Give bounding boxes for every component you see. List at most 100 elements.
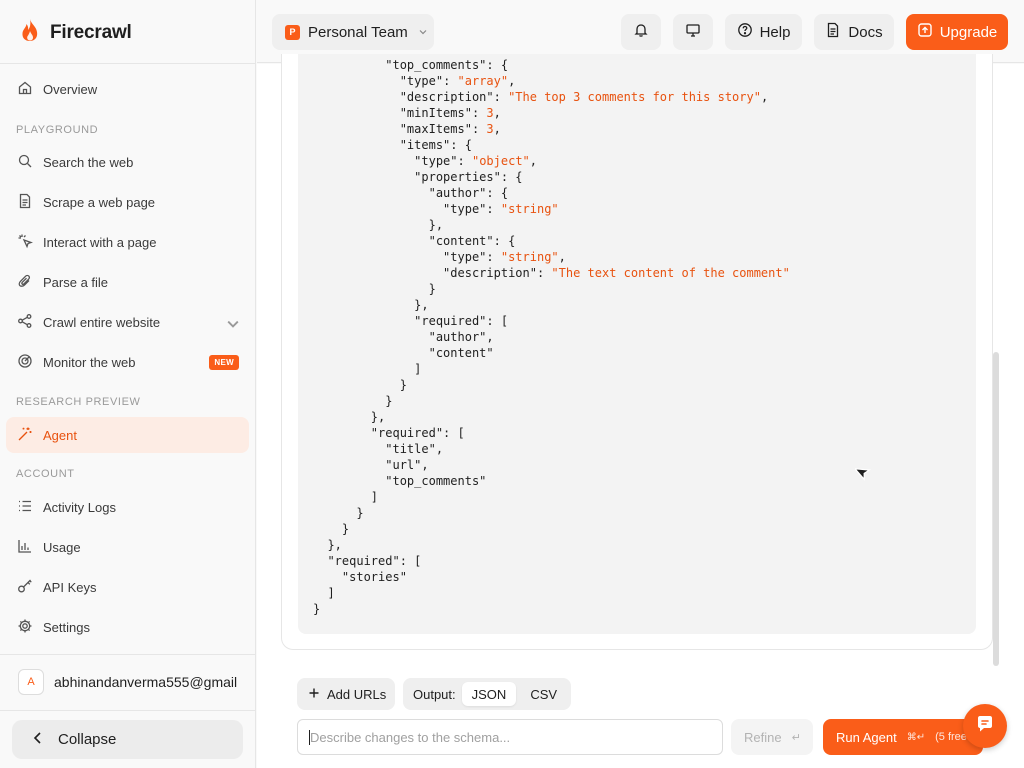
code-line: "maxItems": 3, bbox=[399, 122, 501, 136]
sidebar-item-scrape[interactable]: Scrape a web page bbox=[6, 184, 249, 220]
code-line: } bbox=[356, 506, 364, 520]
sparkle-click-icon bbox=[17, 233, 33, 252]
upgrade-button[interactable]: Upgrade bbox=[906, 14, 1008, 50]
wand-icon bbox=[17, 426, 33, 445]
home-icon bbox=[17, 80, 33, 99]
output-option-json[interactable]: JSON bbox=[461, 682, 517, 706]
sidebar-item-crawl[interactable]: Crawl entire website bbox=[6, 304, 249, 340]
add-urls-button[interactable]: Add URLs bbox=[297, 678, 395, 710]
chat-bubble-icon bbox=[974, 713, 996, 740]
section-label-playground: PLAYGROUND bbox=[16, 124, 99, 136]
code-line: }, bbox=[428, 218, 444, 232]
code-line: "description": "The top 3 comments for t… bbox=[399, 90, 769, 104]
code-line: "description": "The text content of the … bbox=[443, 266, 790, 280]
code-line: "required": [ bbox=[327, 554, 422, 568]
collapse-button[interactable]: Collapse bbox=[12, 720, 243, 759]
code-line: "required": [ bbox=[370, 426, 465, 440]
code-line: "type": "array", bbox=[399, 74, 516, 88]
sidebar-item-label: Agent bbox=[43, 427, 77, 443]
code-line: "content" bbox=[428, 346, 494, 360]
refine-label: Refine bbox=[744, 729, 782, 745]
gear-icon bbox=[17, 618, 33, 637]
sidebar-item-activity-logs[interactable]: Activity Logs bbox=[6, 489, 249, 525]
output-format-toggle: Output: JSON CSV bbox=[403, 678, 572, 710]
brand-name: Firecrawl bbox=[50, 21, 132, 43]
team-switcher[interactable]: P Personal Team bbox=[272, 14, 434, 50]
sidebar-item-label: Monitor the web bbox=[43, 354, 136, 370]
sidebar-item-label: Usage bbox=[43, 539, 81, 555]
enter-key-icon: ↵ bbox=[791, 731, 801, 744]
scrollbar-thumb[interactable] bbox=[993, 352, 999, 666]
code-line: "properties": { bbox=[414, 170, 523, 184]
code-line: "stories" bbox=[341, 570, 407, 584]
user-account[interactable]: A abhinandanverma555@gmail bbox=[18, 669, 256, 695]
code-line: "author", bbox=[428, 330, 494, 344]
sidebar-item-label: Overview bbox=[43, 81, 98, 97]
sidebar-item-label: Scrape a web page bbox=[43, 194, 156, 210]
sidebar-item-label: Activity Logs bbox=[43, 499, 116, 515]
brand[interactable]: Firecrawl bbox=[20, 18, 132, 47]
sidebar-item-label: Parse a file bbox=[43, 274, 109, 290]
sidebar-item-label: Interact with a page bbox=[43, 234, 157, 250]
key-icon bbox=[17, 578, 33, 597]
run-agent-button[interactable]: Run Agent ⌘↵ (5 free bbox=[823, 719, 983, 755]
sidebar-item-label: Crawl entire website bbox=[43, 314, 161, 330]
sidebar-item-search[interactable]: Search the web bbox=[6, 144, 249, 180]
sidebar-item-monitor[interactable]: Monitor the web NEW bbox=[6, 344, 249, 380]
help-label: Help bbox=[759, 23, 791, 41]
sidebar-item-agent[interactable]: Agent bbox=[6, 417, 249, 453]
docs-button[interactable]: Docs bbox=[814, 14, 894, 50]
document-icon bbox=[825, 22, 841, 42]
sidebar-item-label: Search the web bbox=[43, 154, 134, 170]
help-button[interactable]: Help bbox=[725, 14, 802, 50]
team-name: Personal Team bbox=[308, 23, 408, 41]
new-badge: NEW bbox=[209, 355, 239, 370]
code-line: "top_comments" bbox=[385, 474, 487, 488]
paperclip-icon bbox=[17, 273, 33, 292]
sidebar-item-interact[interactable]: Interact with a page bbox=[6, 224, 249, 260]
output-label: Output: bbox=[413, 686, 456, 702]
code-line: }, bbox=[370, 410, 386, 424]
firecrawl-flame-icon bbox=[20, 18, 40, 47]
monitor-icon bbox=[685, 22, 701, 42]
main-content: "top_comments": { "type": "array", "desc… bbox=[257, 54, 1024, 768]
sidebar-item-api-keys[interactable]: API Keys bbox=[6, 569, 249, 605]
schema-change-input[interactable] bbox=[297, 719, 723, 755]
display-button[interactable] bbox=[673, 14, 713, 50]
chevron-left-icon bbox=[32, 731, 44, 749]
sidebar: Firecrawl Overview PLAYGROUND Search the… bbox=[0, 0, 256, 768]
schema-json: "top_comments": { "type": "array", "desc… bbox=[313, 57, 790, 617]
user-email: abhinandanverma555@gmail bbox=[54, 674, 238, 690]
code-line: "url", bbox=[385, 458, 429, 472]
search-icon bbox=[17, 153, 33, 172]
team-logo: P bbox=[285, 24, 300, 40]
sidebar-item-overview[interactable]: Overview bbox=[6, 71, 249, 107]
sidebar-item-usage[interactable]: Usage bbox=[6, 529, 249, 565]
schema-code-block[interactable]: "top_comments": { "type": "array", "desc… bbox=[298, 54, 976, 634]
avatar: A bbox=[18, 669, 44, 695]
code-line: } bbox=[399, 378, 407, 392]
plus-icon bbox=[308, 687, 320, 702]
chat-support-button[interactable] bbox=[963, 704, 1007, 748]
agent-toolbar: Add URLs Output: JSON CSV bbox=[297, 678, 572, 710]
sidebar-divider bbox=[0, 710, 256, 711]
mouse-cursor-icon bbox=[853, 464, 873, 487]
refine-button[interactable]: Refine ↵ bbox=[731, 719, 813, 755]
code-line: } bbox=[341, 522, 350, 536]
sidebar-divider bbox=[0, 654, 256, 655]
code-line: "author": { bbox=[428, 186, 509, 200]
bell-icon bbox=[633, 22, 649, 42]
sidebar-item-settings[interactable]: Settings bbox=[6, 609, 249, 645]
upgrade-label: Upgrade bbox=[939, 23, 998, 41]
notifications-button[interactable] bbox=[621, 14, 661, 50]
list-icon bbox=[17, 498, 33, 517]
sidebar-item-label: Settings bbox=[43, 619, 90, 635]
chevron-down-icon[interactable] bbox=[225, 316, 241, 335]
run-free-note: (5 free bbox=[935, 731, 967, 743]
text-caret bbox=[309, 730, 310, 745]
output-option-csv[interactable]: CSV bbox=[520, 682, 567, 706]
run-agent-label: Run Agent bbox=[836, 729, 897, 745]
sidebar-item-parse[interactable]: Parse a file bbox=[6, 264, 249, 300]
bar-chart-icon bbox=[17, 538, 33, 557]
code-line: ] bbox=[370, 490, 379, 504]
